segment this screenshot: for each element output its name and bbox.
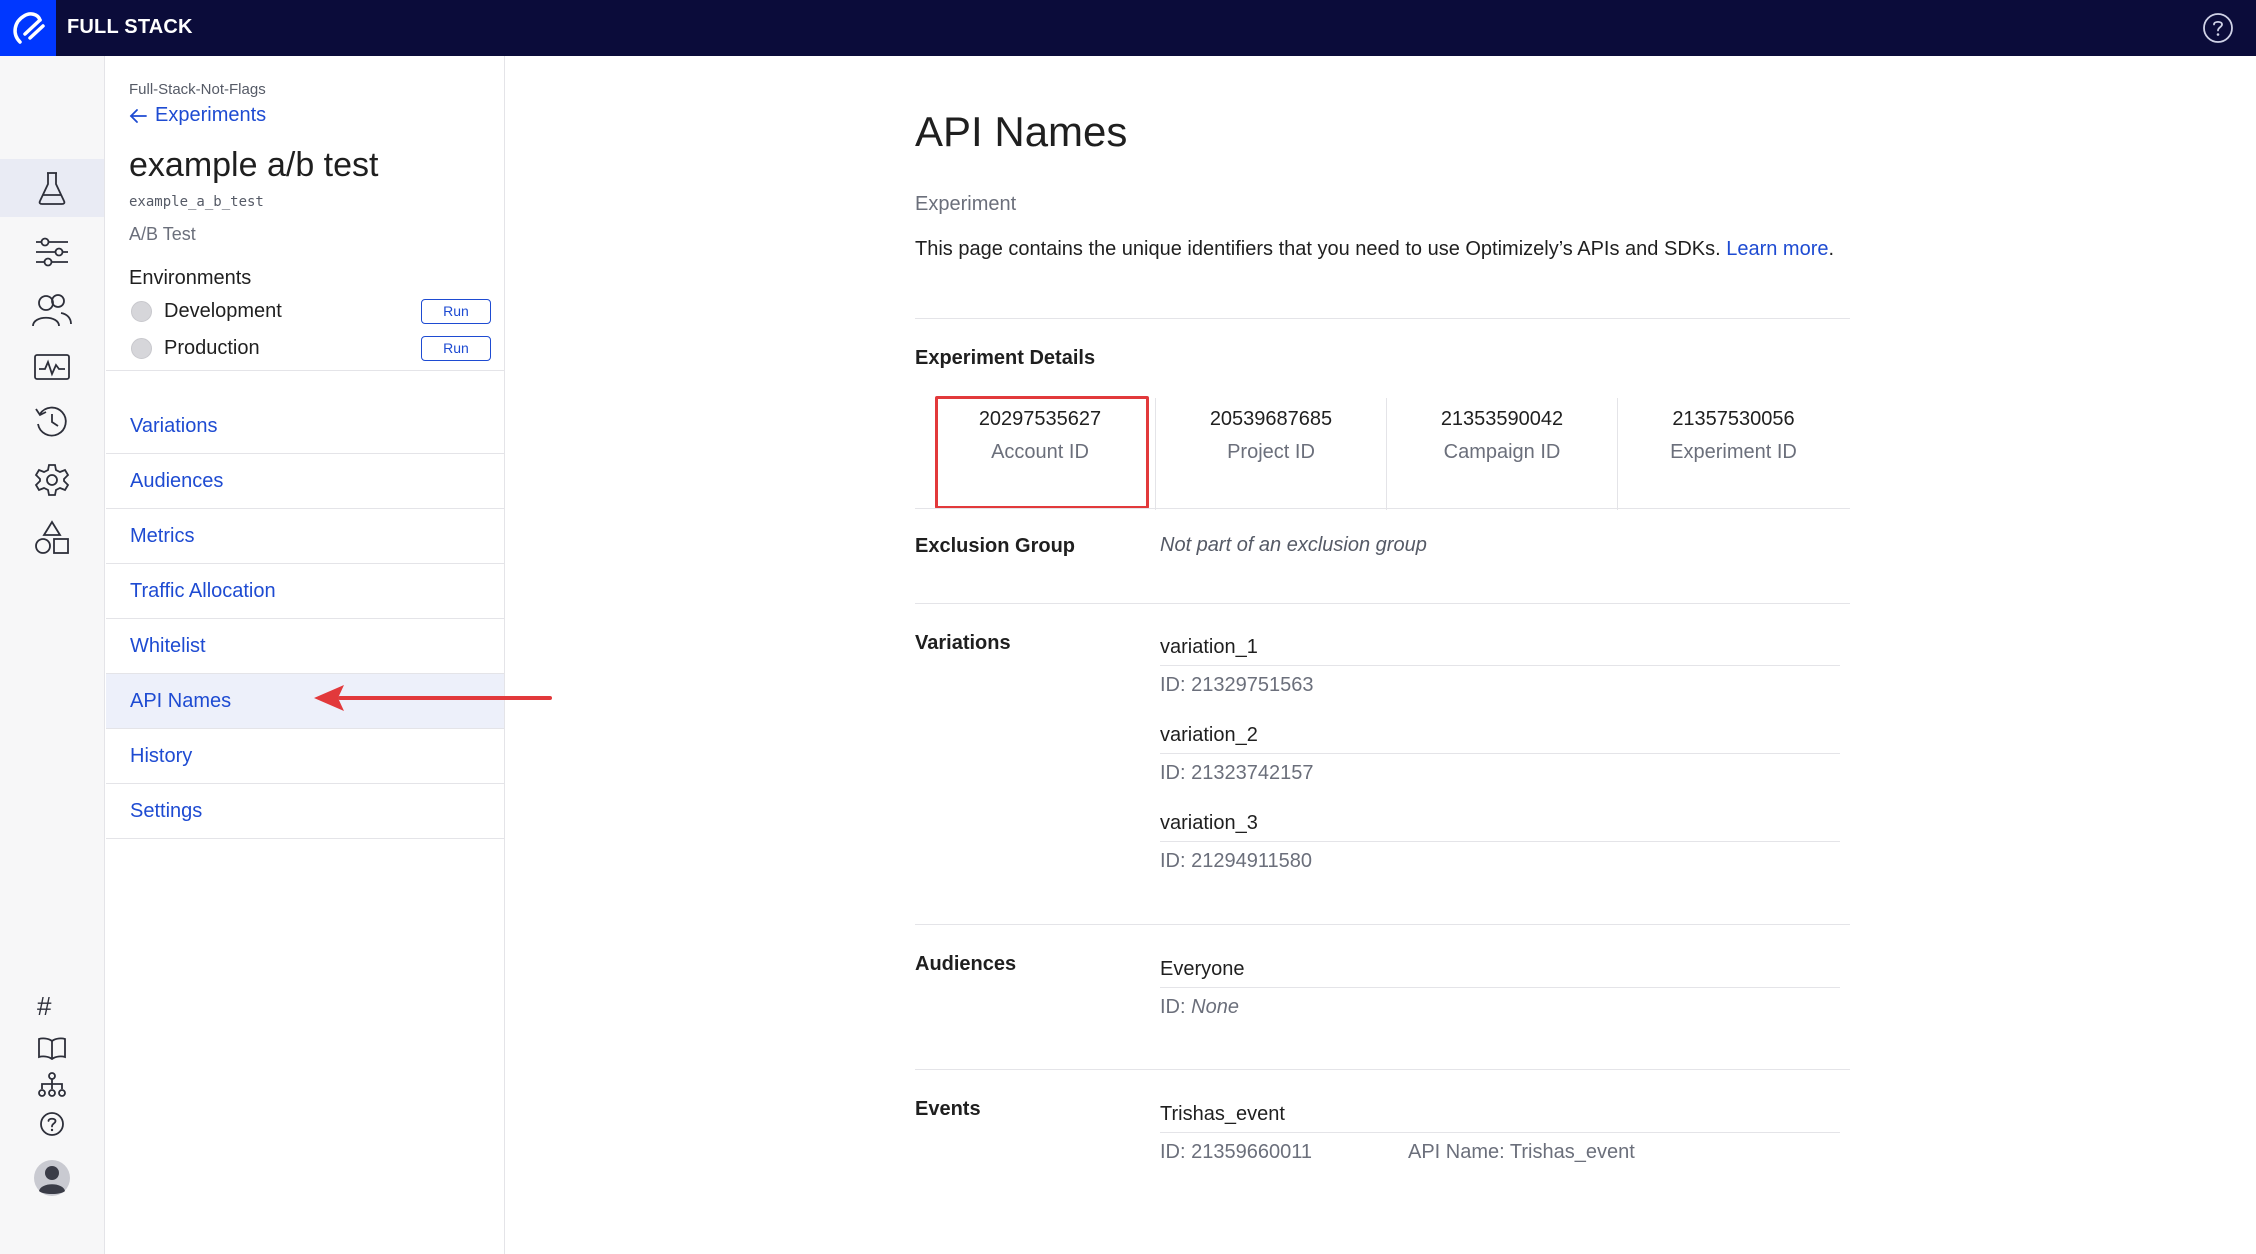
campaign-id-cell: 21353590042 Campaign ID: [1387, 398, 1618, 510]
divider: [915, 1069, 1850, 1070]
experiment-details-heading: Experiment Details: [915, 347, 1096, 369]
variation-entry: variation_2 ID: 21323742157: [1160, 720, 1840, 785]
variation-name[interactable]: variation_2: [1160, 720, 1840, 754]
experiment-id-cell: 21357530056 Experiment ID: [1618, 398, 1849, 510]
top-bar: FULL STACK: [0, 0, 2256, 56]
variation-name[interactable]: variation_3: [1160, 808, 1840, 842]
back-link-label: Experiments: [155, 104, 267, 126]
page-eyebrow: Experiment: [915, 193, 1017, 215]
page-title: API Names: [915, 108, 1128, 155]
run-button[interactable]: Run: [421, 335, 491, 361]
divider: [915, 924, 1850, 925]
optimizely-logo[interactable]: [0, 0, 56, 56]
audience-name[interactable]: Everyone: [1160, 954, 1840, 988]
icon-rail: #: [0, 56, 105, 1254]
audience-id[interactable]: ID: None: [1160, 996, 1840, 1019]
nav-item-settings[interactable]: Settings: [106, 784, 504, 839]
avatar[interactable]: [30, 1156, 74, 1200]
variations-label: Variations: [915, 632, 1011, 654]
nav-item-metrics[interactable]: Metrics: [106, 509, 504, 564]
logo-icon: [13, 12, 45, 44]
event-id[interactable]: ID: 21359660011: [1160, 1141, 1312, 1163]
run-button[interactable]: Run: [421, 298, 491, 324]
settings-sliders-icon[interactable]: [30, 230, 74, 274]
help-icon[interactable]: [30, 1102, 74, 1146]
nav-item-audiences[interactable]: Audiences: [106, 454, 504, 509]
variation-id[interactable]: ID: 21329751563: [1160, 674, 1840, 697]
environments-heading: Environments: [129, 267, 252, 289]
learn-more-link[interactable]: Learn more: [1726, 238, 1828, 260]
page-description: This page contains the unique identifier…: [915, 238, 1835, 260]
app-title: FULL STACK: [67, 16, 193, 38]
annotation-arrow-icon: [314, 685, 552, 711]
annotation-highlight-box: [935, 396, 1149, 509]
exclusion-group-value: Not part of an exclusion group: [1160, 534, 1427, 556]
divider: [915, 318, 1850, 319]
experiment-key: example_a_b_test: [129, 194, 264, 210]
experiment-sidebar: Full-Stack-Not-Flags Experiments example…: [106, 56, 505, 1254]
help-icon[interactable]: [2202, 12, 2234, 44]
events-label: Events: [915, 1098, 981, 1120]
history-icon[interactable]: [30, 400, 74, 444]
exclusion-group-label: Exclusion Group: [915, 535, 1076, 557]
experiments-icon[interactable]: [0, 159, 104, 217]
audience-entry: Everyone ID: None: [1160, 954, 1840, 1019]
environment-row: Development Run: [131, 295, 491, 327]
variation-id[interactable]: ID: 21323742157: [1160, 762, 1840, 785]
divider: [915, 603, 1850, 604]
id-value[interactable]: 20539687685: [1210, 408, 1332, 431]
id-value[interactable]: 21353590042: [1441, 408, 1563, 431]
id-value[interactable]: 21357530056: [1672, 408, 1794, 431]
event-entry: Trishas_event ID: 21359660011 API Name: T…: [1160, 1099, 1840, 1164]
event-api-name[interactable]: API Name: Trishas_event: [1408, 1141, 1635, 1163]
shapes-icon[interactable]: [30, 516, 74, 560]
id-label: Project ID: [1227, 441, 1315, 463]
event-details: ID: 21359660011 API Name: Trishas_event: [1160, 1141, 1840, 1164]
id-label: Experiment ID: [1670, 441, 1797, 463]
nav-item-history[interactable]: History: [106, 729, 504, 784]
audience-id-value: None: [1191, 996, 1239, 1018]
variation-id[interactable]: ID: 21294911580: [1160, 850, 1840, 873]
gear-icon[interactable]: [30, 458, 74, 502]
hash-icon[interactable]: #: [37, 991, 51, 1022]
reports-icon[interactable]: [30, 346, 74, 390]
environment-name: Development: [164, 299, 282, 322]
event-name[interactable]: Trishas_event: [1160, 1099, 1840, 1133]
experiment-type: A/B Test: [129, 224, 196, 244]
environment-name: Production: [164, 336, 260, 359]
experiment-nav: Variations Audiences Metrics Traffic All…: [106, 399, 504, 839]
nav-item-variations[interactable]: Variations: [106, 399, 504, 454]
id-label: Campaign ID: [1443, 441, 1561, 463]
variation-entry: variation_1 ID: 21329751563: [1160, 632, 1840, 697]
variation-entry: variation_3 ID: 21294911580: [1160, 808, 1840, 873]
arrow-left-icon: [129, 108, 147, 123]
nav-item-whitelist[interactable]: Whitelist: [106, 619, 504, 674]
audiences-label: Audiences: [915, 953, 1017, 975]
project-id-cell: 20539687685 Project ID: [1156, 398, 1387, 510]
divider: [915, 508, 1850, 509]
divider: [106, 370, 504, 371]
status-dot-icon: [131, 300, 152, 322]
environment-row: Production Run: [131, 332, 491, 364]
audience-id-prefix: ID:: [1160, 996, 1192, 1018]
variation-name[interactable]: variation_1: [1160, 632, 1840, 666]
audiences-icon[interactable]: [30, 288, 74, 332]
back-to-experiments-link[interactable]: Experiments: [129, 104, 266, 127]
description-text: This page contains the unique identifier…: [915, 238, 1721, 260]
project-breadcrumb[interactable]: Full-Stack-Not-Flags: [129, 81, 266, 98]
nav-item-traffic-allocation[interactable]: Traffic Allocation: [106, 564, 504, 619]
status-dot-icon: [131, 337, 152, 359]
experiment-name: example a/b test: [129, 146, 379, 184]
